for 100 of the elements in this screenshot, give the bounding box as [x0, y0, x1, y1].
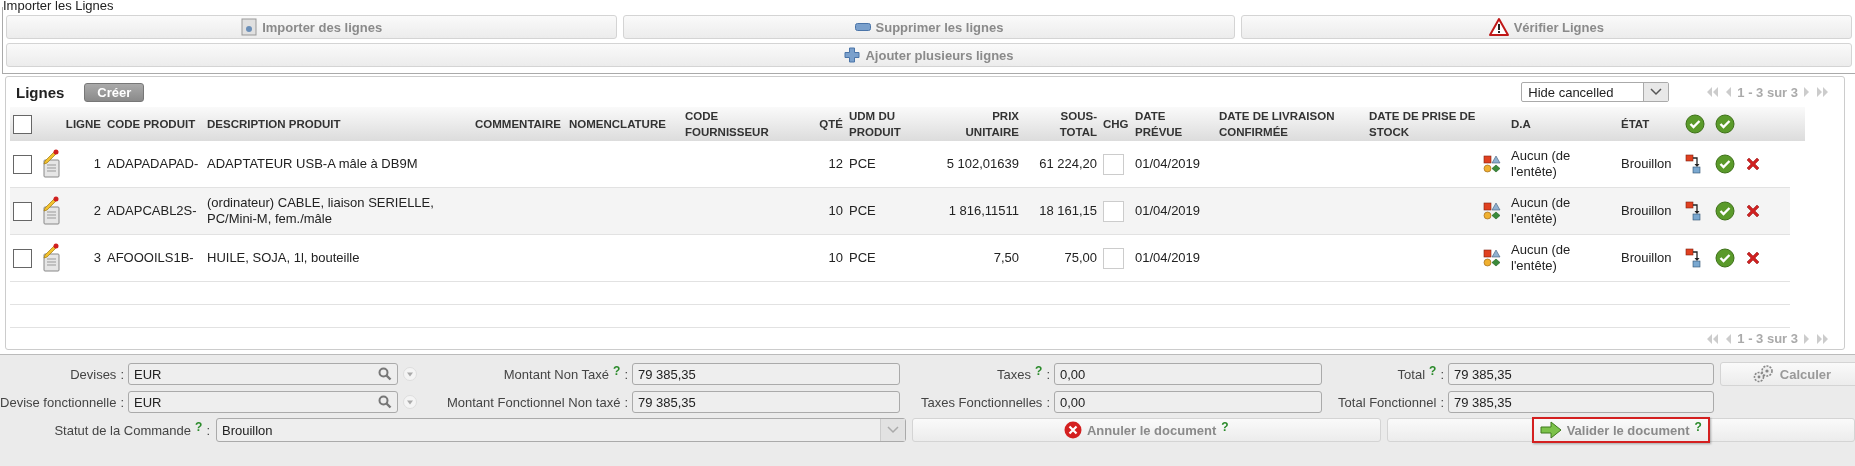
- calculate-button[interactable]: Calculer: [1720, 362, 1855, 386]
- delete-icon[interactable]: [1745, 250, 1761, 266]
- table-cell-text: ADAPADAPAD-: [106, 155, 200, 173]
- label-colon: :: [1440, 366, 1444, 382]
- delete-icon[interactable]: [1745, 203, 1761, 219]
- label-colon: :: [120, 366, 124, 382]
- table-cell-text: Brouillon: [1620, 202, 1673, 220]
- label-colon: :: [206, 422, 210, 438]
- check-circle-icon[interactable]: [1715, 201, 1735, 221]
- input-field[interactable]: 79 385,35: [1448, 391, 1714, 413]
- select-all-checkbox[interactable]: [13, 114, 32, 134]
- column-header: CHG: [1103, 117, 1129, 132]
- field-label: Taxes Fonctionnelles: [920, 394, 1043, 410]
- label-colon: :: [624, 366, 628, 382]
- pencil-document-icon[interactable]: [41, 196, 61, 226]
- row-checkbox[interactable]: [13, 201, 32, 221]
- table-cell-text: 75,00: [1063, 249, 1098, 267]
- table-cell-text: Brouillon: [1620, 249, 1673, 267]
- table-cell: 10: [828, 250, 843, 266]
- cancel-icon: [1063, 421, 1082, 439]
- pager-label: 1 - 3 sur 3: [1737, 331, 1798, 346]
- field-label: Total Fonctionnel: [1338, 394, 1437, 410]
- table-cell-text: 61 224,20: [1038, 155, 1098, 173]
- check-circle-icon[interactable]: [1685, 114, 1705, 134]
- input-field[interactable]: EUR: [128, 363, 398, 385]
- column-header: DATE PRÉVUE: [1135, 109, 1184, 140]
- table-cell-text: Aucun (de l'entête): [1510, 194, 1572, 228]
- table-cell-text: ADAPTATEUR USB-A mâle à DB9M: [206, 155, 419, 173]
- table-cell-text: 3: [92, 249, 102, 267]
- warning-icon: [1488, 18, 1509, 36]
- help-mark[interactable]: ?: [1429, 364, 1437, 378]
- toolbar-button[interactable]: Importer des lignes: [6, 15, 618, 39]
- field-label: Devise fonctionnelle: [0, 394, 117, 410]
- chg-checkbox[interactable]: [1103, 200, 1124, 222]
- help-mark[interactable]: ?: [613, 364, 621, 378]
- check-circle-icon[interactable]: [1715, 248, 1735, 268]
- shapes-icon[interactable]: [1483, 249, 1501, 267]
- chg-checkbox[interactable]: [1103, 153, 1124, 175]
- add-lines-button[interactable]: Ajouter plusieurs lignes: [6, 43, 1852, 67]
- search-icon[interactable]: [378, 367, 392, 381]
- table-cell-text: PCE: [848, 155, 877, 173]
- chg-checkbox[interactable]: [1103, 247, 1124, 269]
- column-header: CODE PRODUIT: [107, 117, 196, 132]
- filter-dropdown[interactable]: Hide cancelled: [1521, 82, 1670, 102]
- table-cell-text: Aucun (de l'entête): [1510, 241, 1572, 275]
- pencil-document-icon[interactable]: [41, 149, 61, 179]
- toolbar-button[interactable]: Vérifier Lignes: [1240, 15, 1852, 39]
- field-label: Total: [1397, 366, 1426, 382]
- pager-label: 1 - 3 sur 3: [1737, 84, 1798, 100]
- arrow-right-icon: [1539, 421, 1562, 439]
- help-mark[interactable]: ?: [1035, 364, 1043, 378]
- delete-icon[interactable]: [1745, 156, 1761, 172]
- field-label: Taxes: [997, 366, 1032, 382]
- table-cell-text: 7,50: [992, 249, 1020, 267]
- table-cell-text: AFOOOILS1B-: [106, 249, 195, 267]
- transfer-icon[interactable]: [1685, 248, 1701, 268]
- transfer-icon[interactable]: [1685, 154, 1701, 174]
- input-field[interactable]: 79 385,35: [632, 391, 900, 413]
- minus-icon: [854, 23, 871, 31]
- create-button[interactable]: Créer: [84, 82, 145, 102]
- label-colon: :: [1046, 394, 1050, 410]
- input-field[interactable]: EUR: [128, 391, 398, 413]
- shapes-icon[interactable]: [1483, 155, 1501, 173]
- table-cell-text: 5 102,01639: [945, 155, 1020, 173]
- table-cell-text: (ordinateur) CABLE, liaison SERIELLE, PC/Mini-M, fem./mâle: [206, 194, 435, 228]
- help-mark[interactable]: ?: [195, 420, 203, 434]
- table-cell-text: PCE: [848, 202, 877, 220]
- column-header: QTÉ: [819, 117, 843, 132]
- field-label: Montant Fonctionnel Non taxé: [446, 394, 621, 410]
- column-header: DESCRIPTION PRODUIT: [207, 117, 341, 132]
- row-checkbox[interactable]: [13, 248, 32, 268]
- column-header: DATE DE LIVRAISON CONFIRMÉE: [1219, 109, 1336, 140]
- pencil-document-icon[interactable]: [41, 243, 61, 273]
- input-field[interactable]: 0,00: [1054, 363, 1322, 385]
- column-header: D.A: [1511, 117, 1531, 132]
- label-colon: :: [1440, 394, 1444, 410]
- table-cell-text: Aucun (de l'entête): [1510, 147, 1572, 181]
- table-cell-text: 01/04/2019: [1134, 202, 1202, 220]
- gears-icon: [1752, 364, 1775, 384]
- check-circle-icon[interactable]: [1715, 154, 1735, 174]
- table-cell-text: 01/04/2019: [1134, 249, 1202, 267]
- table-cell-text: 1: [92, 155, 102, 173]
- table-cell: 10: [828, 203, 843, 219]
- status-dropdown[interactable]: Brouillon: [216, 418, 906, 442]
- check-circle-icon[interactable]: [1715, 114, 1735, 134]
- toolbar-button[interactable]: Supprimer les lignes: [623, 15, 1235, 39]
- table-cell: 12: [828, 156, 843, 172]
- shapes-icon[interactable]: [1483, 202, 1501, 220]
- label-colon: :: [1046, 366, 1050, 382]
- input-field[interactable]: 0,00: [1054, 391, 1322, 413]
- table-cell-text: 01/04/2019: [1134, 155, 1202, 173]
- input-field[interactable]: 79 385,35: [632, 363, 900, 385]
- field-label: Devises: [70, 366, 117, 382]
- column-header: LIGNE: [65, 117, 101, 132]
- panel-legend: Importer les Lignes: [3, 0, 114, 13]
- row-checkbox[interactable]: [13, 154, 32, 174]
- input-field[interactable]: 79 385,35: [1448, 363, 1714, 385]
- transfer-icon[interactable]: [1685, 201, 1701, 221]
- column-header: DATE DE PRISE DE STOCK: [1369, 109, 1477, 140]
- search-icon[interactable]: [378, 395, 392, 409]
